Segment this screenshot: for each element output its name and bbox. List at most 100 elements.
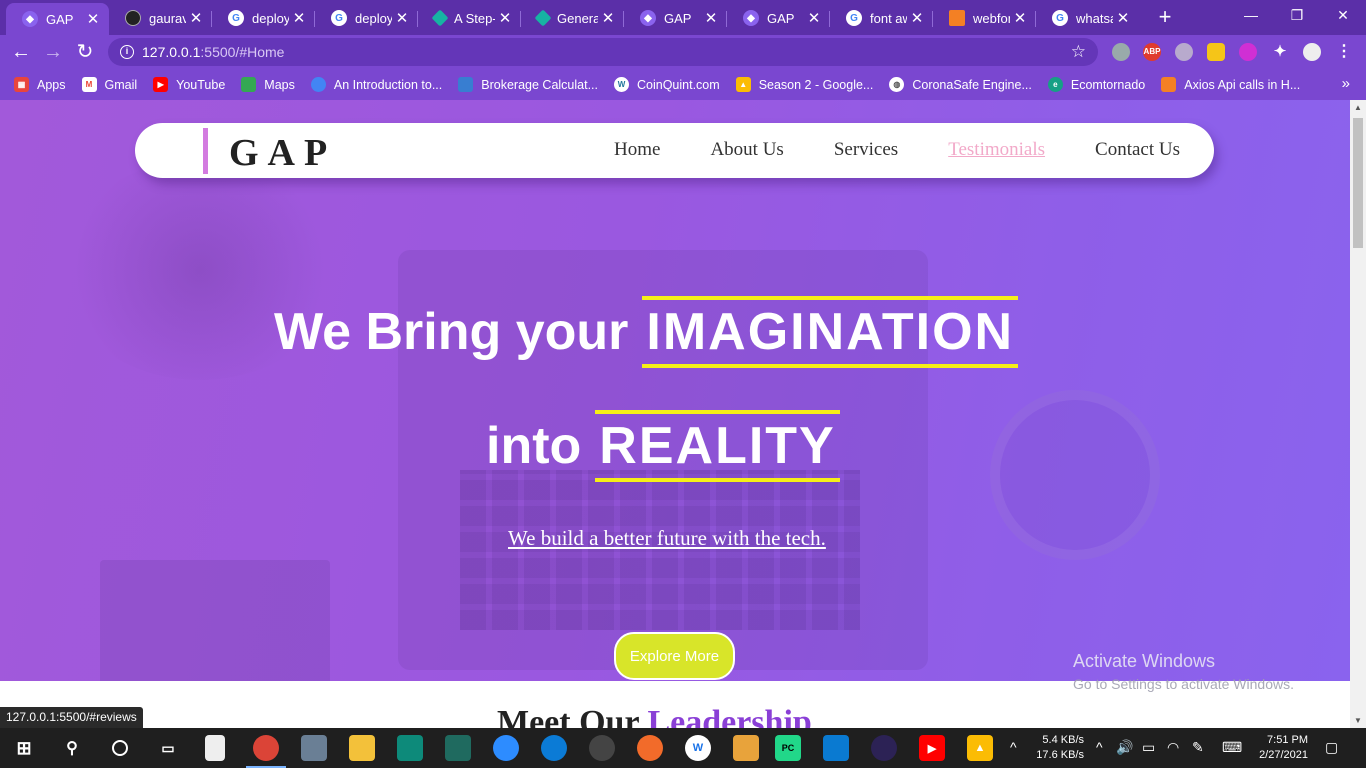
bookmark-season2[interactable]: ▲ Season 2 - Google... [735,77,873,92]
restore-icon[interactable]: ❐ [1274,0,1320,32]
tab-a-step[interactable]: A Step- ✕ [418,3,521,33]
tab-gap-2[interactable]: ◆ GAP ✕ [624,3,727,33]
keyboard-icon[interactable]: ⌨ [1222,739,1242,756]
new-tab-button[interactable]: + [1152,4,1178,30]
youtube-icon[interactable]: ▶ [919,735,945,761]
close-tab-icon[interactable]: ✕ [289,9,309,27]
close-tab-icon[interactable]: ✕ [495,9,515,27]
tab-deploy-1[interactable]: G deploy ✕ [212,3,315,33]
adblock-icon[interactable]: ABP [1143,43,1161,61]
tab-gap-active[interactable]: ◆ GAP ✕ [6,3,109,35]
scroll-down-icon[interactable]: ▼ [1354,716,1362,725]
chevron-up-icon[interactable]: ^ [1010,739,1017,755]
tab-font-awesome[interactable]: G font aw ✕ [830,3,933,33]
bookmark-maps[interactable]: Maps [241,77,295,92]
terminal-app-icon[interactable] [445,735,471,761]
vscode-icon[interactable] [823,735,849,761]
file-icon[interactable] [205,735,225,761]
google-icon: G [228,10,244,26]
extensions-puzzle-icon[interactable]: ✦ [1271,43,1289,61]
close-tab-icon[interactable]: ✕ [83,10,103,28]
battery-icon[interactable]: ▭ [1142,739,1155,756]
close-tab-icon[interactable]: ✕ [701,9,721,27]
bookmark-youtube[interactable]: ▶ YouTube [153,77,225,92]
bookmark-gmail[interactable]: M Gmail [81,77,137,92]
pen-icon[interactable]: ✎ [1192,739,1204,756]
bookmark-apps[interactable]: ▦ Apps [14,77,66,92]
bookmark-coronasafe[interactable]: ◍ CoronaSafe Engine... [889,77,1032,92]
close-tab-icon[interactable]: ✕ [186,9,206,27]
minimize-icon[interactable]: — [1228,0,1274,32]
bookmark-coinquint[interactable]: W CoinQuint.com [614,77,720,92]
url-text[interactable]: 127.0.0.1:5500/#Home [142,44,284,60]
nav-services[interactable]: Services [834,139,898,161]
hero-tagline[interactable]: We build a better future with the tech. [508,526,826,551]
zoom-icon[interactable] [493,735,519,761]
bookmark-star-icon[interactable]: ☆ [1071,42,1086,62]
scroll-up-icon[interactable]: ▲ [1354,103,1362,112]
volume-icon[interactable]: 🔊 [1116,739,1133,756]
chrome-icon[interactable] [253,735,279,761]
heading-accent: Leadership [647,704,812,728]
bookmarks-overflow-icon[interactable]: » [1342,75,1350,92]
tab-deploy-2[interactable]: G deploy ✕ [315,3,418,33]
nav-home[interactable]: Home [614,139,660,161]
bookmark-ecomtornado[interactable]: e Ecomtornado [1047,77,1145,92]
tab-webfont[interactable]: webfon ✕ [933,3,1036,33]
pycharm-icon[interactable]: PC [775,735,801,761]
close-tab-icon[interactable]: ✕ [804,9,824,27]
close-tab-icon[interactable]: ✕ [392,9,412,27]
scrollbar-thumb[interactable] [1353,118,1363,248]
bookmark-axios[interactable]: Axios Api calls in H... [1161,77,1300,92]
close-tab-icon[interactable]: ✕ [907,9,927,27]
explore-more-button[interactable]: Explore More [614,632,735,680]
wifi-icon[interactable]: ◠ [1167,739,1179,756]
tray-chevron-icon[interactable]: ^ [1096,739,1103,755]
nav-about-us[interactable]: About Us [710,139,783,161]
extension-headset-icon[interactable] [1239,43,1257,61]
tab-github[interactable]: gaurav ✕ [109,3,212,33]
reload-icon[interactable]: ↻ [72,39,98,65]
tab-genera[interactable]: Genera ✕ [521,3,624,33]
maps-icon [241,77,257,92]
extension-shield-icon[interactable] [1112,43,1130,61]
media-player-icon[interactable] [589,735,615,761]
file-explorer-icon[interactable] [349,735,375,761]
git-app-icon[interactable] [733,735,759,761]
postman-icon[interactable] [637,735,663,761]
bookmark-brokerage[interactable]: Brokerage Calculat... [458,77,598,92]
windows-start-icon[interactable]: ⊞ [11,735,37,761]
notifications-icon[interactable]: ▢ [1325,739,1338,756]
tab-whatsapp[interactable]: G whatsa ✕ [1036,3,1139,33]
profile-avatar[interactable] [1303,43,1321,61]
ecom-icon: e [1047,77,1063,92]
extension-badge-icon[interactable] [1207,43,1225,61]
edge-icon[interactable] [541,735,567,761]
clock[interactable]: 7:51 PM 2/27/2021 [1252,733,1308,763]
close-tab-icon[interactable]: ✕ [1010,9,1030,27]
close-window-icon[interactable]: ✕ [1320,0,1366,32]
video-editor-icon[interactable] [397,735,423,761]
tab-gap-3[interactable]: ◆ GAP ✕ [727,3,830,33]
search-icon[interactable]: ⚲ [59,735,85,761]
close-tab-icon[interactable]: ✕ [598,9,618,27]
task-view-icon[interactable]: ▭ [155,735,181,761]
eclipse-icon[interactable] [871,735,897,761]
page-scrollbar[interactable]: ▲ ▼ [1350,100,1366,728]
screen-capture-icon[interactable] [301,735,327,761]
extension-cloud-icon[interactable] [1175,43,1193,61]
nav-contact-us[interactable]: Contact Us [1095,139,1180,161]
menu-kebab-icon[interactable]: ⋮ [1335,43,1353,61]
site-info-icon[interactable]: i [120,45,134,59]
word-app-icon[interactable]: W [685,735,711,761]
forward-arrow-icon[interactable]: → [40,39,66,65]
google-drive-icon[interactable]: ▲ [967,735,993,761]
bookmark-introduction[interactable]: An Introduction to... [310,77,442,92]
nav-testimonials[interactable]: Testimonials [948,139,1045,161]
cortana-icon[interactable] [107,735,133,761]
close-tab-icon[interactable]: ✕ [1113,9,1133,27]
address-bar[interactable]: i 127.0.0.1:5500/#Home ☆ [108,38,1098,66]
hero-line1-text: We Bring your [274,303,629,361]
back-arrow-icon[interactable]: ← [8,39,34,65]
site-logo[interactable]: GAP [229,131,336,175]
